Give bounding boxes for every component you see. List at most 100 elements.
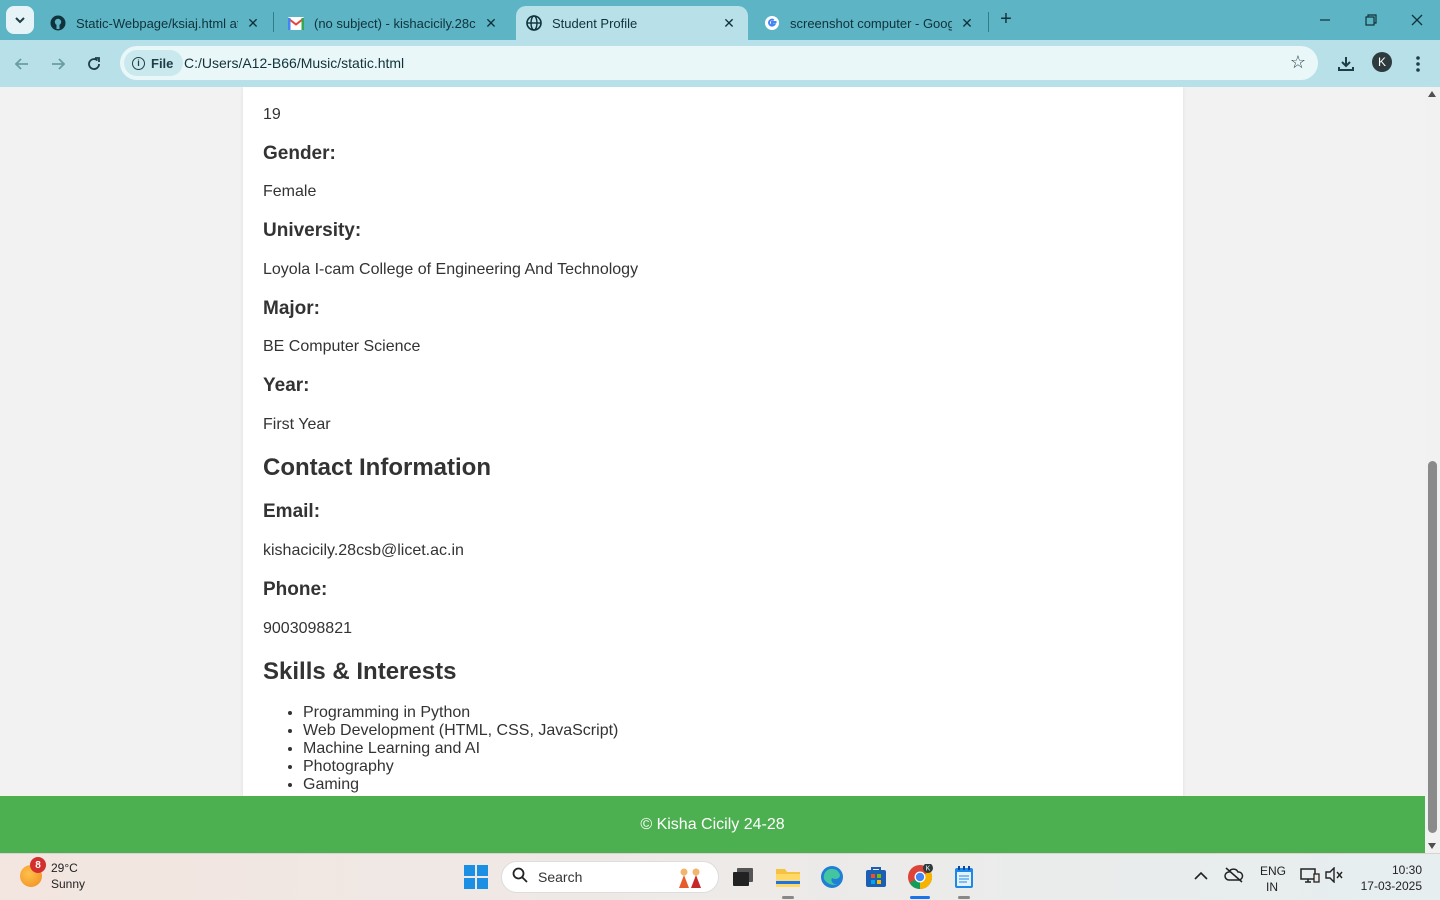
github-icon (50, 15, 66, 31)
gender-label: Gender: (263, 143, 336, 164)
notification-badge: 8 (30, 857, 46, 873)
close-icon[interactable]: ✕ (244, 15, 262, 32)
tab-title: Static-Webpage/ksiaj.html at m (76, 15, 238, 31)
taskbar-notepad[interactable] (950, 863, 978, 899)
weather-temp: 29°C (51, 861, 78, 875)
minimize-button[interactable] (1302, 4, 1348, 36)
search-icon (512, 867, 528, 888)
list-item: Programming in Python (303, 704, 618, 722)
tab-google[interactable]: screenshot computer - Google ✕ (754, 6, 986, 40)
taskbar-chrome[interactable]: K (906, 863, 934, 899)
weather-text: 29°C Sunny (51, 860, 85, 892)
contact-section-title: Contact Information (263, 454, 491, 481)
taskbar-edge[interactable] (818, 863, 846, 891)
notepad-icon (955, 866, 973, 888)
tab-search-button[interactable] (6, 6, 34, 34)
restore-icon (1365, 14, 1377, 26)
profile-card: 19 Gender: Female University: Loyola I-c… (243, 87, 1183, 797)
volume-status[interactable] (1325, 866, 1343, 886)
downloads-button[interactable] (1334, 52, 1358, 76)
search-placeholder: Search (538, 869, 583, 885)
list-item: Web Development (HTML, CSS, JavaScript) (303, 722, 618, 740)
email-label: Email: (263, 501, 321, 522)
email-value: kishacicily.28csb@licet.ac.in (263, 542, 464, 559)
gender-value: Female (263, 183, 317, 200)
back-button[interactable] (8, 50, 36, 78)
plus-icon: + (1000, 8, 1012, 30)
input-language[interactable]: ENG IN (1260, 863, 1287, 895)
info-icon: i (132, 56, 145, 70)
close-icon[interactable]: ✕ (720, 15, 738, 32)
search-highlight-icon (679, 868, 701, 888)
tab-github[interactable]: Static-Webpage/ksiaj.html at m ✕ (40, 6, 272, 40)
chevron-down-icon (15, 17, 25, 24)
close-icon[interactable]: ✕ (482, 15, 500, 32)
windows-logo-icon (464, 865, 475, 876)
tab-title: (no subject) - kishacicily.28csb@ (314, 15, 476, 31)
scroll-down-arrow-icon[interactable] (1428, 843, 1436, 849)
tab-divider (273, 12, 274, 32)
age-value: 19 (263, 106, 281, 123)
sun-icon: 8 (20, 857, 46, 887)
skills-list: Programming in Python Web Development (H… (303, 704, 618, 794)
taskbar-search[interactable]: Search (501, 861, 719, 893)
university-label: University: (263, 220, 362, 241)
clock-time: 10:30 (1391, 863, 1422, 877)
skills-section-title: Skills & Interests (263, 658, 457, 685)
university-value: Loyola I-cam College of Engineering And … (263, 261, 639, 278)
site-info-chip[interactable]: i File (124, 50, 184, 76)
bookmark-star-icon[interactable]: ☆ (1290, 52, 1306, 73)
tab-gmail[interactable]: (no subject) - kishacicily.28csb@ ✕ (278, 6, 510, 40)
minimize-icon (1320, 19, 1330, 21)
arrow-left-icon (14, 58, 28, 70)
address-bar[interactable]: i File C:/Users/A12-B66/Music/static.htm… (120, 46, 1318, 80)
menu-button[interactable] (1406, 52, 1430, 76)
network-status[interactable] (1300, 867, 1320, 888)
close-icon (1411, 14, 1423, 26)
close-icon[interactable]: ✕ (958, 15, 976, 32)
cloud-offline-icon (1224, 867, 1244, 883)
tab-strip: Static-Webpage/ksiaj.html at m ✕ (no sub… (0, 0, 1440, 40)
taskbar: 8 29°C Sunny Search K ENG IN 10:30 17-03… (0, 853, 1440, 900)
onedrive-status[interactable] (1224, 867, 1244, 886)
taskbar-store[interactable] (862, 863, 890, 891)
profile-avatar[interactable]: K (1372, 52, 1392, 72)
store-icon (866, 867, 886, 887)
system-clock[interactable]: 10:30 17-03-2025 (1356, 862, 1422, 894)
scroll-up-arrow-icon[interactable] (1428, 91, 1436, 97)
url-text[interactable]: C:/Users/A12-B66/Music/static.html (184, 55, 404, 71)
page-footer: © Kisha Cicily 24-28 (0, 796, 1425, 853)
weather-widget[interactable]: 8 29°C Sunny (20, 857, 85, 892)
page-viewport: 19 Gender: Female University: Loyola I-c… (0, 87, 1425, 853)
restore-button[interactable] (1348, 4, 1394, 36)
task-view-icon (733, 868, 753, 886)
lang-code: ENG (1260, 864, 1287, 878)
taskbar-file-explorer[interactable] (774, 863, 802, 899)
reload-button[interactable] (80, 50, 108, 78)
volume-muted-icon (1325, 866, 1343, 884)
forward-button[interactable] (44, 50, 72, 78)
tab-title: Student Profile (552, 15, 638, 31)
tab-student-profile[interactable]: Student Profile ✕ (516, 6, 748, 40)
show-hidden-icons-button[interactable] (1194, 868, 1208, 884)
year-label: Year: (263, 375, 310, 396)
lang-region: IN (1266, 880, 1278, 894)
svg-text:K: K (926, 866, 931, 873)
scrollbar-thumb[interactable] (1428, 461, 1437, 833)
gmail-icon (288, 15, 304, 31)
start-button[interactable] (464, 865, 488, 889)
chevron-up-icon (1194, 871, 1208, 880)
running-indicator (958, 896, 970, 899)
vertical-scrollbar[interactable] (1425, 87, 1440, 853)
active-indicator (910, 896, 930, 899)
taskbar-task-view[interactable] (729, 863, 757, 891)
tab-title: screenshot computer - Google (790, 15, 952, 31)
folder-icon (776, 869, 800, 887)
tab-divider (988, 12, 989, 32)
phone-value: 9003098821 (263, 620, 352, 637)
list-item: Photography (303, 758, 618, 776)
close-window-button[interactable] (1394, 4, 1440, 36)
chrome-icon: K (908, 864, 933, 889)
arrow-right-icon (52, 58, 66, 70)
new-tab-button[interactable]: + (994, 8, 1018, 32)
